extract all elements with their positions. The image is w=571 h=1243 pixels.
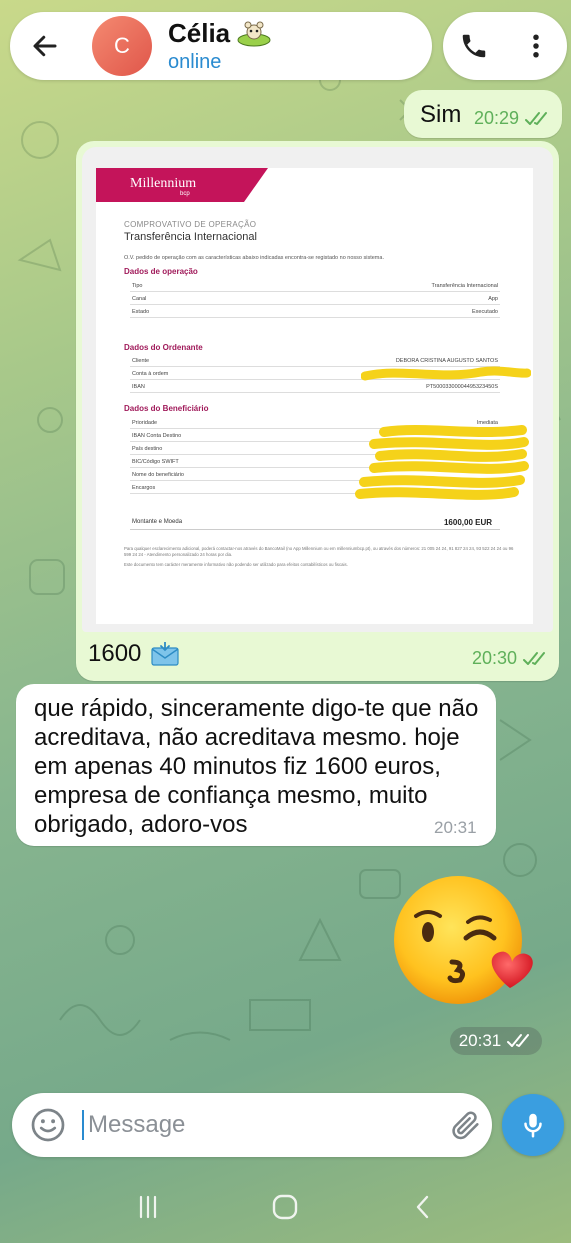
message-input[interactable]: Message bbox=[88, 1111, 185, 1139]
section-operation: Dados de operação bbox=[124, 267, 198, 276]
row-key: Encargos bbox=[132, 485, 156, 491]
row-key: Cliente bbox=[132, 358, 150, 364]
microphone-icon bbox=[524, 1113, 542, 1138]
receipt-footer-contact: Para qualquer esclarecimento adicional, … bbox=[124, 546, 514, 557]
row-value: App bbox=[488, 296, 498, 302]
double-check-icon bbox=[507, 1034, 530, 1047]
caption-text: 1600 bbox=[88, 640, 142, 667]
bank-logo-sub: bcp bbox=[180, 191, 190, 197]
row-value: Imediata bbox=[476, 420, 498, 426]
row-key: Prioridade bbox=[132, 420, 158, 426]
receipt-row: Prioridade Imediata bbox=[130, 416, 500, 429]
receipt-row: IBAN PT50003300004495323450S bbox=[130, 380, 500, 393]
receipt-footer-disclaimer: Este documento tem carácter meramente in… bbox=[124, 562, 348, 567]
message-meta: 20:29 bbox=[474, 108, 551, 129]
envelope-with-arrow-icon bbox=[151, 641, 179, 666]
receipt-row: Nome do beneficiário bbox=[130, 468, 500, 481]
row-key: BIC/Código SWIFT bbox=[132, 459, 179, 465]
system-navigation-bar bbox=[0, 1170, 571, 1243]
receipt-kicker: COMPROVATIVO DE OPERAÇÃO bbox=[124, 220, 257, 229]
message-time: 20:31 bbox=[458, 1031, 502, 1050]
message-text: que rápido, sinceramente digo-te que não… bbox=[34, 695, 479, 838]
contact-info[interactable]: Célia online bbox=[168, 18, 272, 74]
photo-caption: 1600 bbox=[88, 639, 179, 668]
message-meta: 20:30 bbox=[472, 648, 549, 669]
row-value: Transferência Internacional bbox=[431, 283, 498, 289]
double-check-icon bbox=[523, 651, 546, 665]
receipt-row: País destino bbox=[130, 442, 500, 455]
phone-icon[interactable] bbox=[459, 31, 489, 61]
message-outgoing-sim[interactable]: Sim 20:29 bbox=[404, 90, 562, 138]
back-button[interactable] bbox=[18, 19, 72, 73]
row-key: Tipo bbox=[132, 283, 143, 289]
section-beneficiary: Dados do Beneficiário bbox=[124, 404, 209, 413]
smiley-icon[interactable] bbox=[30, 1107, 66, 1143]
chat-header[interactable]: C Célia online bbox=[10, 12, 432, 80]
row-key: IBAN Conta Destino bbox=[132, 433, 182, 439]
voice-record-button[interactable] bbox=[502, 1094, 564, 1156]
message-time: 20:29 bbox=[474, 108, 520, 128]
row-key: Estado bbox=[132, 309, 150, 315]
receipt-row: IBAN Conta Destino bbox=[130, 429, 500, 442]
receipt-row: Cliente DEBORA CRISTINA AUGUSTO SANTOS bbox=[130, 354, 500, 367]
arrow-left-icon bbox=[33, 35, 57, 57]
avatar[interactable]: C bbox=[92, 16, 152, 76]
back-nav-icon[interactable] bbox=[409, 1193, 437, 1221]
header-actions bbox=[443, 12, 567, 80]
row-key: Canal bbox=[132, 296, 147, 302]
avatar-initial: C bbox=[114, 33, 130, 58]
text-caret bbox=[82, 1110, 84, 1140]
paperclip-icon[interactable] bbox=[449, 1108, 483, 1142]
receipt-row: Conta à ordem bbox=[130, 367, 500, 380]
receipt-row: Canal App bbox=[130, 292, 500, 305]
message-composer[interactable]: Message bbox=[12, 1093, 492, 1157]
message-time: 20:30 bbox=[472, 648, 518, 668]
row-value: PT50003300004495323450S bbox=[426, 384, 498, 390]
recent-apps-icon[interactable] bbox=[134, 1193, 162, 1221]
home-icon[interactable] bbox=[270, 1192, 300, 1222]
amount-value: 1600,00 EUR bbox=[443, 518, 492, 527]
message-text: Sim bbox=[420, 101, 462, 128]
row-value: Executado bbox=[472, 309, 498, 315]
contact-status: online bbox=[168, 51, 222, 73]
frog-emoji-icon bbox=[237, 21, 271, 46]
row-key: País destino bbox=[132, 446, 163, 452]
receipt-row: Encargos bbox=[130, 481, 500, 494]
row-value: DEBORA CRISTINA AUGUSTO SANTOS bbox=[395, 358, 498, 364]
bank-logo-text: Millennium bbox=[130, 176, 197, 191]
message-time: 20:31 bbox=[434, 818, 477, 837]
sticker-meta: 20:31 bbox=[450, 1027, 542, 1055]
message-incoming[interactable]: que rápido, sinceramente digo-te que não… bbox=[16, 684, 496, 846]
receipt-intro: O.V. pedido de operação com as caracterí… bbox=[124, 255, 384, 261]
row-key: Conta à ordem bbox=[132, 371, 169, 377]
contact-name-row: Célia bbox=[168, 18, 272, 49]
receipt-row: BIC/Código SWIFT bbox=[130, 455, 500, 468]
double-check-icon bbox=[525, 111, 548, 125]
contact-name: Célia bbox=[168, 18, 231, 48]
row-key: IBAN bbox=[132, 384, 145, 390]
amount-label: Montante e Moeda bbox=[132, 519, 183, 525]
receipt-amount-row: Montante e Moeda 1600,00 EUR bbox=[130, 514, 500, 530]
receipt-row: Estado Executado bbox=[130, 305, 500, 318]
receipt-row: Tipo Transferência Internacional bbox=[130, 279, 500, 292]
row-key: Nome do beneficiário bbox=[132, 472, 184, 478]
receipt-title: Transferência Internacional bbox=[124, 231, 257, 243]
kissing-face-emoji-icon[interactable] bbox=[386, 876, 538, 1004]
section-ordering-party: Dados do Ordenante bbox=[124, 343, 203, 352]
more-vertical-icon[interactable] bbox=[521, 31, 551, 61]
bank-transfer-receipt-photo[interactable]: Millennium bcp COMPROVATIVO DE OPERAÇÃO … bbox=[96, 168, 533, 624]
